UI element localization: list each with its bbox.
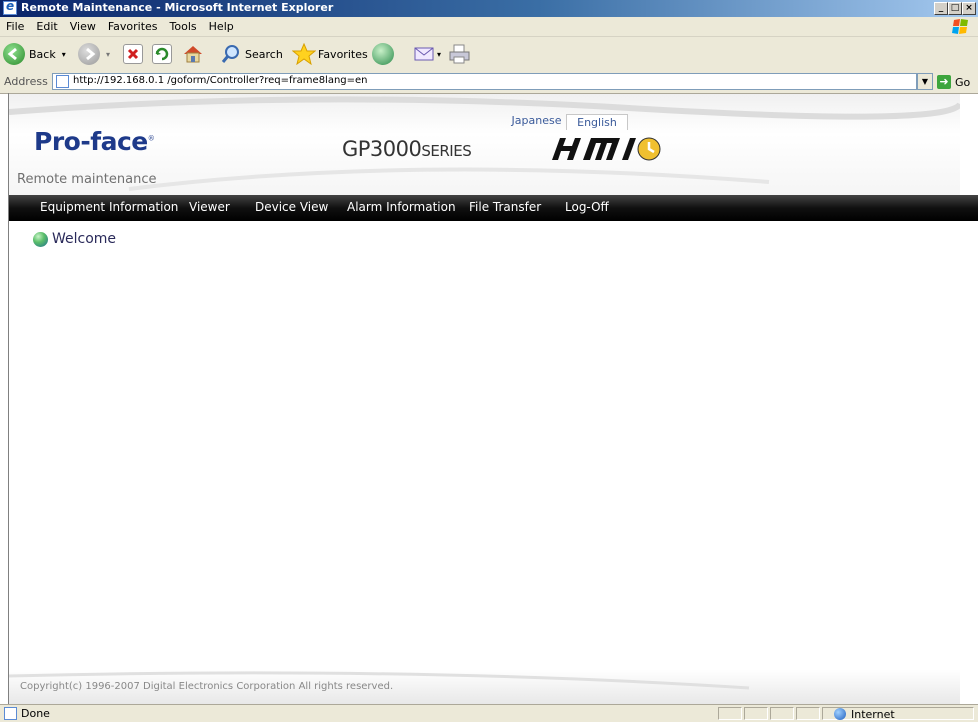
search-icon (221, 45, 239, 63)
status-bar: Done Internet (0, 704, 978, 722)
internet-zone: Internet (834, 707, 895, 721)
menu-favorites[interactable]: Favorites (102, 17, 164, 33)
status-panel (744, 707, 768, 720)
go-arrow-icon: ➜ (937, 75, 951, 89)
status-panel (718, 707, 742, 720)
address-bar: Address http://192.168.0.1 /goform/Contr… (0, 71, 978, 94)
globe-icon (834, 708, 846, 720)
back-button[interactable]: Back ▾ (3, 42, 66, 66)
search-label: Search (245, 47, 283, 61)
menu-tools[interactable]: Tools (164, 17, 203, 33)
mail-dropdown-icon[interactable]: ▾ (437, 50, 441, 59)
window-title-bar[interactable]: Remote Maintenance - Microsoft Internet … (0, 0, 978, 17)
print-button[interactable] (448, 42, 472, 66)
nav-alarm-information[interactable]: Alarm Information (347, 200, 456, 214)
copyright-text: Copyright(c) 1996-2007 Digital Electroni… (20, 681, 394, 692)
proface-logo: Pro-face® (34, 127, 155, 156)
back-arrow-icon (3, 43, 25, 65)
home-icon (184, 46, 202, 63)
menu-view[interactable]: View (64, 17, 102, 33)
stop-icon (123, 44, 143, 64)
gp3000-series-title: GP3000SERIES (342, 137, 472, 161)
nav-log-off[interactable]: Log-Off (565, 200, 609, 214)
refresh-icon (152, 44, 172, 64)
history-button[interactable] (372, 42, 394, 66)
address-input[interactable]: http://192.168.0.1 /goform/Controller?re… (52, 73, 917, 90)
address-label: Address (4, 75, 48, 88)
toolbar: Back ▾ ▾ Search Favorites ▾ (0, 37, 978, 72)
forward-arrow-icon (78, 43, 100, 65)
history-icon (372, 43, 394, 65)
refresh-button[interactable] (152, 42, 172, 66)
ie-app-icon (3, 0, 17, 15)
go-button[interactable]: ➜ Go (937, 74, 970, 90)
status-panel (796, 707, 820, 720)
mail-icon (414, 47, 434, 61)
page-status-icon (4, 707, 17, 720)
section-title: Remote maintenance (17, 172, 157, 187)
windows-logo-icon (952, 19, 968, 34)
menu-edit[interactable]: Edit (30, 17, 63, 33)
globe-bullet-icon (33, 232, 48, 247)
menu-file[interactable]: File (0, 17, 30, 33)
window-title: Remote Maintenance - Microsoft Internet … (21, 1, 334, 14)
print-icon (449, 44, 470, 64)
forward-dropdown-icon[interactable]: ▾ (106, 50, 110, 59)
stop-button[interactable] (123, 42, 143, 66)
favorites-button[interactable]: Favorites (292, 42, 368, 66)
address-url[interactable]: http://192.168.0.1 /goform/Controller?re… (73, 75, 368, 86)
lang-japanese-link[interactable]: Japanese (508, 114, 565, 128)
menu-help[interactable]: Help (203, 17, 240, 33)
back-label: Back (29, 47, 56, 61)
minimize-button[interactable]: _ (934, 2, 948, 15)
go-label: Go (955, 75, 971, 89)
nav-equipment-information[interactable]: Equipment Information (40, 200, 178, 214)
status-done: Done (4, 707, 50, 720)
close-button[interactable]: × (962, 2, 976, 15)
nav-viewer[interactable]: Viewer (189, 200, 230, 214)
mail-button[interactable]: ▾ (413, 42, 441, 66)
welcome-heading: Welcome (52, 231, 117, 247)
favorites-label: Favorites (318, 47, 368, 61)
hmi-logo-icon (552, 137, 661, 161)
search-button[interactable]: Search (220, 42, 283, 66)
favorites-star-icon (292, 43, 316, 65)
home-button[interactable] (182, 42, 204, 66)
maximize-button[interactable]: □ (948, 2, 962, 15)
address-dropdown-button[interactable]: ▼ (917, 73, 933, 90)
nav-device-view[interactable]: Device View (255, 200, 328, 214)
lang-english-tab[interactable]: English (566, 114, 628, 130)
status-panel (770, 707, 794, 720)
nav-file-transfer[interactable]: File Transfer (469, 200, 541, 214)
menu-bar: File Edit View Favorites Tools Help (0, 17, 978, 37)
forward-button[interactable]: ▾ (78, 42, 110, 66)
page-icon (56, 75, 69, 88)
back-dropdown-icon[interactable]: ▾ (62, 50, 66, 59)
